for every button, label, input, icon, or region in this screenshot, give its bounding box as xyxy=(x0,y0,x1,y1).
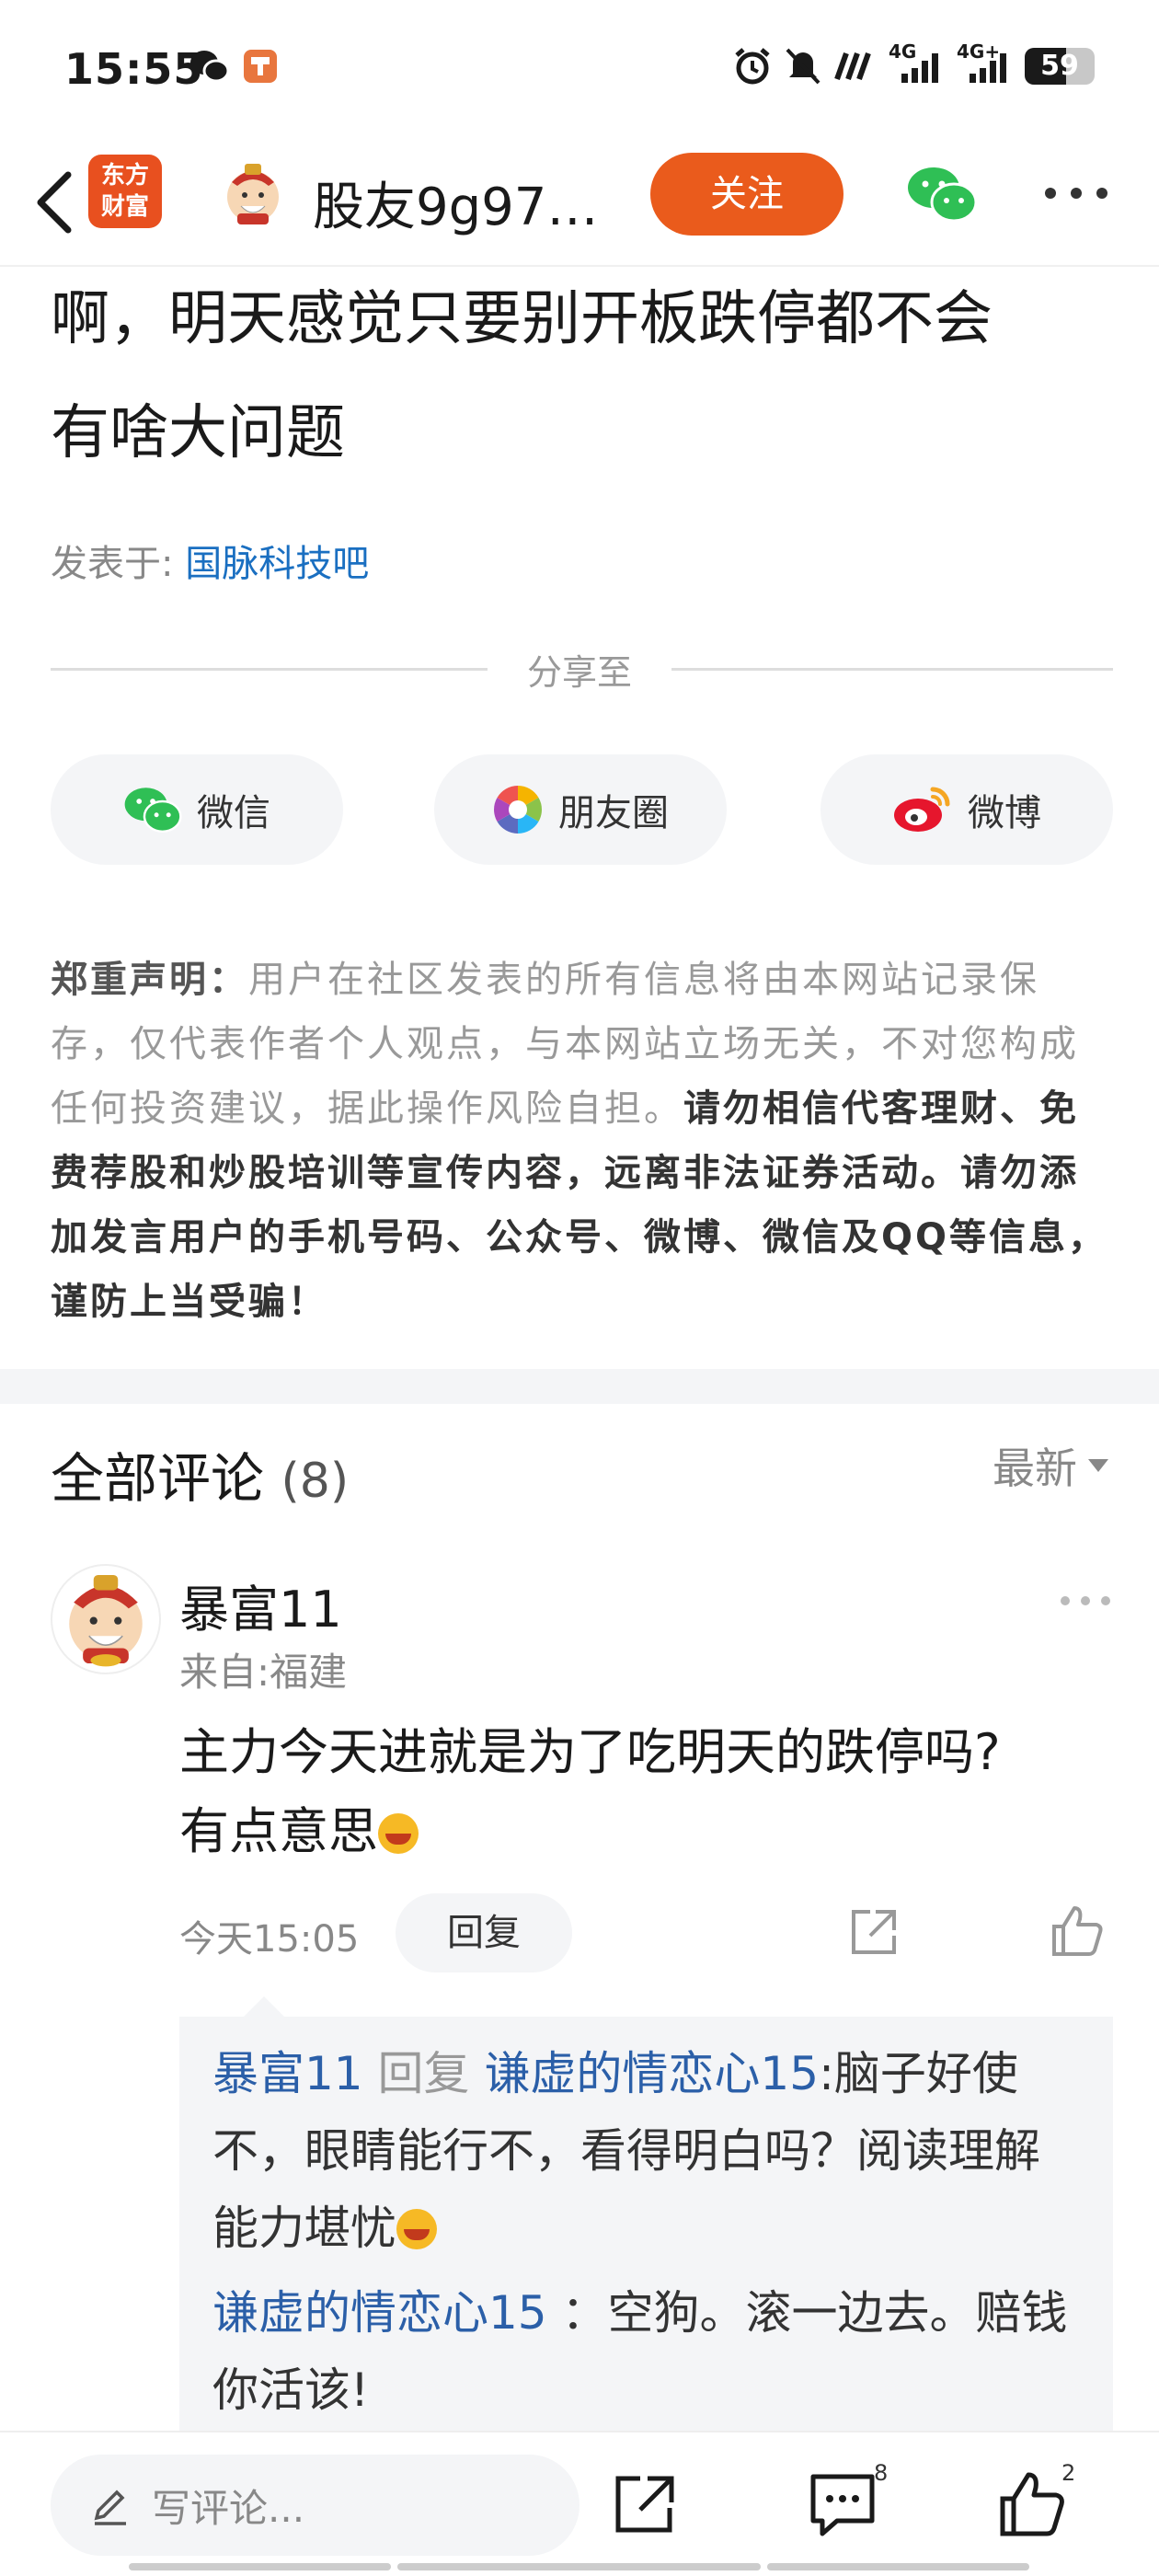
pencil-icon xyxy=(94,2490,126,2525)
comments-icon[interactable] xyxy=(806,2467,879,2541)
reply-target[interactable]: 谦虚的情恋心15 xyxy=(484,2047,819,2100)
weibo-icon xyxy=(894,787,950,832)
status-time: 15:55 xyxy=(64,44,204,94)
likes-badge: 2 xyxy=(1061,2460,1076,2486)
share-wechat-button[interactable]: 微信 xyxy=(51,754,343,865)
commenter-avatar[interactable] xyxy=(51,1564,161,1674)
commenter-location: 来自:福建 xyxy=(179,1650,348,1695)
signal-icon xyxy=(834,52,871,81)
caishen-avatar-icon xyxy=(69,1574,143,1667)
disclaimer: 郑重声明：用户在社区发表的所有信息将由本网站记录保存，仅代表作者个人观点，与本网… xyxy=(51,959,1108,1323)
divider xyxy=(671,668,1113,671)
alarm-icon xyxy=(735,48,770,85)
posted-in: 发表于: 国脉科技吧 xyxy=(51,543,370,585)
share-title: 分享至 xyxy=(526,652,632,693)
stock-bar-link[interactable]: 国脉科技吧 xyxy=(185,543,369,585)
app-notification-icon xyxy=(244,50,277,83)
caret-down-icon xyxy=(1088,1459,1108,1472)
reply-item: 谦虚的情恋心15 ：空狗。滚一边去。赔钱你活该! xyxy=(212,2286,1068,2417)
wechat-icon xyxy=(124,788,182,834)
laugh-emoji-icon xyxy=(396,2209,437,2249)
divider xyxy=(51,668,488,671)
moments-icon xyxy=(494,786,542,834)
comment-input[interactable]: 写评论... xyxy=(51,2455,580,2556)
gesture-bar xyxy=(397,2563,761,2570)
share-weibo-button[interactable]: 微博 xyxy=(820,754,1113,865)
gesture-bar xyxy=(129,2563,391,2570)
share-post-icon[interactable] xyxy=(609,2467,683,2541)
wechat-notification-icon xyxy=(190,51,229,83)
user-avatar-icon[interactable] xyxy=(221,162,285,226)
status-bar: 15:55 4G 4G+ 59 xyxy=(0,0,1159,138)
sort-dropdown[interactable]: 最新 xyxy=(993,1435,1108,1496)
laugh-emoji-icon xyxy=(378,1813,419,1854)
reply-author[interactable]: 暴富11 xyxy=(212,2047,363,2100)
post-content: 啊，明天感觉只要别开板跌停都不会 有啥大问题 xyxy=(51,285,993,467)
battery-level: 59 xyxy=(1040,50,1079,82)
comment-count: (8) xyxy=(281,1454,350,1509)
share-comment-icon[interactable] xyxy=(846,1904,901,1960)
comment-time: 今天15:05 xyxy=(179,1918,360,1961)
gesture-bar xyxy=(767,2563,1029,2570)
like-post-icon[interactable] xyxy=(995,2467,1069,2541)
bottom-bar: 写评论... 8 2 xyxy=(0,2431,1159,2576)
app-logo[interactable]: 东方 财富 xyxy=(88,155,162,228)
battery-indicator: 59 xyxy=(1025,48,1095,85)
reply-button[interactable]: 回复 xyxy=(396,1893,572,1972)
reply-item: 暴富11 回复 谦虚的情恋心15:脑子好使不，眼睛能行不，看得明白吗？阅读理解能… xyxy=(212,2047,1040,2255)
mute-icon xyxy=(786,48,820,85)
more-options-icon[interactable] xyxy=(1039,179,1113,207)
wechat-share-icon[interactable] xyxy=(906,166,978,223)
follow-button[interactable]: 关注 xyxy=(650,153,843,236)
reply-thread: 暴富11 回复 谦虚的情恋心15:脑子好使不，眼睛能行不，看得明白吗？阅读理解能… xyxy=(179,1996,1113,2440)
network-type-1: 4G xyxy=(889,40,917,63)
network-type-2: 4G+ xyxy=(957,40,1001,63)
back-icon[interactable] xyxy=(28,166,83,239)
reply-author[interactable]: 谦虚的情恋心15 xyxy=(212,2286,547,2340)
comment-body: 主力今天进就是为了吃明天的跌停吗? 有点意思 xyxy=(179,1723,1001,1860)
comment-more-icon[interactable] xyxy=(1058,1592,1113,1610)
commenter-name[interactable]: 暴富11 xyxy=(179,1569,342,1641)
comments-badge: 8 xyxy=(874,2460,889,2486)
share-moments-button[interactable]: 朋友圈 xyxy=(434,754,727,865)
section-separator xyxy=(0,1369,1159,1404)
like-comment-icon[interactable] xyxy=(1049,1903,1106,1960)
comments-header: 全部评论 (8) xyxy=(51,1447,350,1510)
post-author-name[interactable]: 股友9g97… xyxy=(313,166,598,240)
